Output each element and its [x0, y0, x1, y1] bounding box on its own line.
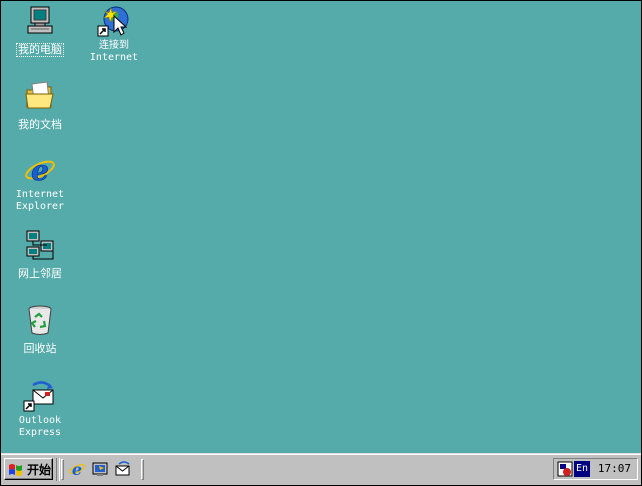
- quick-launch-outlook[interactable]: [114, 460, 132, 478]
- desktop-icon-label: Outlook Express: [18, 415, 62, 438]
- svg-text:e: e: [72, 460, 82, 478]
- ie-icon: e: [23, 153, 57, 187]
- desktop-icon-label: 网上邻居: [18, 267, 62, 280]
- desktop-icon-label: 我的电脑: [16, 43, 64, 57]
- quick-launch-show-desktop[interactable]: [91, 460, 109, 478]
- desktop-icon-label: Internet Explorer: [15, 189, 65, 212]
- recycle-bin-icon: [23, 303, 57, 337]
- system-tray: En 17:07: [553, 458, 638, 480]
- folder-icon: [23, 79, 57, 113]
- ime-switch-icon[interactable]: [557, 461, 573, 477]
- desktop-icon-label: 回收站: [23, 342, 57, 355]
- desktop-icon-my-computer[interactable]: 我的电脑: [2, 4, 78, 57]
- taskbar-separator: [56, 458, 60, 481]
- ie-icon: e: [69, 460, 85, 478]
- start-button[interactable]: 开始: [4, 458, 53, 480]
- windows-logo-icon: [9, 464, 22, 476]
- desktop-icon-internet-explorer[interactable]: e Internet Explorer: [2, 153, 78, 213]
- quick-launch-ie[interactable]: e: [68, 460, 86, 478]
- quick-launch-grip[interactable]: [61, 459, 64, 480]
- desktop-icon-label: 我的文档: [18, 118, 62, 131]
- svg-text:e: e: [31, 154, 49, 187]
- connect-internet-icon: [97, 4, 131, 38]
- taskbar-band-grip[interactable]: [141, 459, 144, 480]
- desktop-icon-label: 连接到 Internet: [89, 40, 139, 63]
- desktop-icon-my-documents[interactable]: 我的文档: [2, 79, 78, 132]
- computer-icon: [23, 4, 57, 38]
- outlook-icon: [115, 461, 130, 476]
- language-indicator[interactable]: En: [574, 461, 590, 477]
- network-icon: [23, 228, 57, 262]
- desktop[interactable]: 我的电脑 连接到 Internet 我的文档 e Internet Explor…: [1, 1, 641, 453]
- clock[interactable]: 17:07: [598, 462, 631, 476]
- desktop-icon-connect-internet[interactable]: 连接到 Internet: [76, 4, 152, 64]
- start-label: 开始: [27, 462, 52, 477]
- desktop-icon-outlook-express[interactable]: Outlook Express: [2, 379, 78, 439]
- desktop-icon-network-neighborhood[interactable]: 网上邻居: [2, 228, 78, 281]
- desktop-icon-recycle-bin[interactable]: 回收站: [2, 303, 78, 356]
- show-desktop-icon: [92, 462, 108, 476]
- taskbar: 开始 e En 17:07: [1, 453, 641, 485]
- outlook-express-icon: [23, 379, 57, 413]
